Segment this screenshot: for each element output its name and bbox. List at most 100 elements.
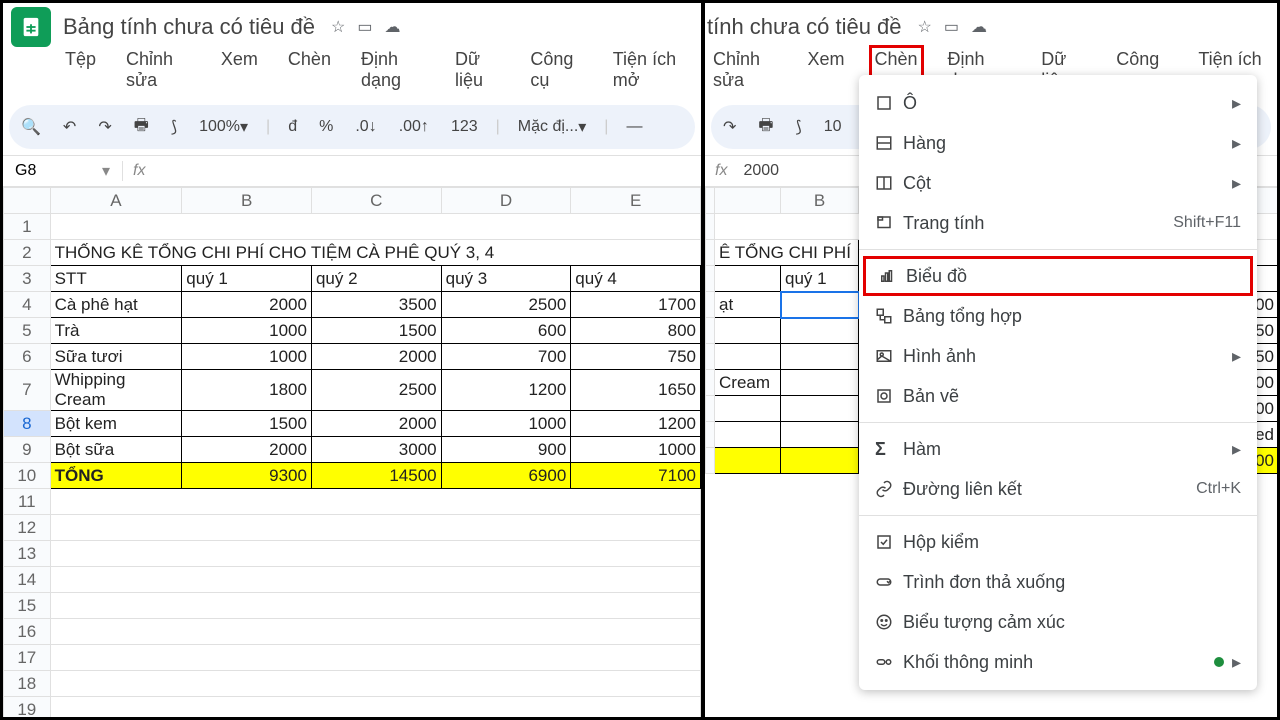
menu-item-check[interactable]: Hộp kiểm bbox=[859, 522, 1257, 562]
square-icon bbox=[875, 94, 903, 112]
star-icon[interactable]: ☆ bbox=[331, 17, 345, 37]
menu-chen[interactable]: Chèn bbox=[282, 45, 337, 95]
zoom-dropdown[interactable]: 100% ▾ bbox=[195, 113, 252, 141]
table-title: THỐNG KÊ TỔNG CHI PHÍ CHO TIỆM CÀ PHÊ QU… bbox=[50, 240, 700, 266]
print-icon[interactable]: 🖶 bbox=[754, 110, 777, 145]
menu-tienich[interactable]: Tiện ích mở bbox=[607, 45, 693, 95]
menu-item-label: Bản vẽ bbox=[903, 386, 1241, 407]
menu-item-label: Trình đơn thả xuống bbox=[903, 572, 1241, 593]
format-123-button[interactable]: 123 bbox=[447, 114, 482, 140]
zoom-dropdown[interactable]: 10 bbox=[820, 114, 846, 140]
sigma-icon: Σ bbox=[875, 439, 903, 460]
menu-item-label: Cột bbox=[903, 173, 1232, 194]
paint-format-icon[interactable]: ⟆ bbox=[792, 113, 806, 141]
insert-menu: Ô▸Hàng▸Cột▸Trang tínhShift+F11Biểu đồBản… bbox=[859, 75, 1257, 690]
menu-chinhsua[interactable]: Chỉnh sửa bbox=[707, 45, 783, 95]
toolbar: 🔍 ↶ ↷ 🖶 ⟆ 100% ▾ | đ % .0↓ .00↑ 123 | Mặ… bbox=[9, 105, 695, 149]
fx-icon: fx bbox=[123, 162, 155, 180]
sheets-logo-icon[interactable] bbox=[11, 7, 51, 47]
percent-button[interactable]: % bbox=[315, 114, 337, 140]
chart-icon bbox=[878, 267, 906, 285]
table-row: 4Cà phê hạt2000350025001700 bbox=[4, 292, 701, 318]
name-box[interactable]: G8▾ bbox=[3, 161, 123, 181]
menu-item-drawing[interactable]: Bản vẽ bbox=[859, 376, 1257, 416]
status-dot-icon bbox=[1214, 657, 1224, 667]
menu-item-sigma[interactable]: ΣHàm▸ bbox=[859, 429, 1257, 469]
rows-icon bbox=[875, 134, 903, 152]
menu-item-label: Ô bbox=[903, 93, 1232, 114]
sheet-icon bbox=[875, 214, 903, 232]
dec-decrease-icon[interactable]: .0↓ bbox=[351, 114, 380, 140]
menu-item-rows[interactable]: Hàng▸ bbox=[859, 123, 1257, 163]
cloud-icon[interactable]: ☁ bbox=[971, 17, 987, 37]
menu-dulieu[interactable]: Dữ liệu bbox=[449, 45, 506, 95]
cloud-icon[interactable]: ☁ bbox=[384, 17, 400, 37]
menu-dinhdang[interactable]: Định dạng bbox=[355, 45, 431, 95]
menu-item-link[interactable]: Đường liên kếtCtrl+K bbox=[859, 469, 1257, 509]
menu-item-pivot[interactable]: Bảng tổng hợp bbox=[859, 296, 1257, 336]
doc-title[interactable]: Bảng tính chưa có tiêu đề bbox=[63, 14, 315, 40]
undo-icon[interactable]: ↶ bbox=[59, 113, 80, 141]
menu-chinhsua[interactable]: Chỉnh sửa bbox=[120, 45, 197, 95]
redo-icon[interactable]: ↷ bbox=[719, 113, 740, 141]
table-row: 7Whipping Cream1800250012001650 bbox=[4, 370, 701, 411]
menu-item-emoji[interactable]: Biểu tượng cảm xúc bbox=[859, 602, 1257, 642]
spreadsheet-grid[interactable]: ABCDE12THỐNG KÊ TỔNG CHI PHÍ CHO TIỆM CÀ… bbox=[3, 187, 701, 717]
menubar: Tệp Chỉnh sửa Xem Chèn Định dạng Dữ liệu… bbox=[3, 43, 701, 99]
font-dropdown[interactable]: Mặc đị... ▾ bbox=[514, 113, 591, 141]
fx-icon: fx bbox=[705, 162, 737, 180]
print-icon[interactable]: 🖶 bbox=[130, 110, 153, 145]
menu-item-label: Hình ảnh bbox=[903, 346, 1232, 367]
redo-icon[interactable]: ↷ bbox=[94, 113, 115, 141]
menu-item-label: Đường liên kết bbox=[903, 479, 1196, 500]
menu-separator bbox=[859, 249, 1257, 250]
move-icon[interactable]: ▭ bbox=[944, 17, 959, 37]
menu-item-label: Bảng tổng hợp bbox=[903, 306, 1241, 327]
menu-separator bbox=[859, 515, 1257, 516]
menu-item-label: Hàng bbox=[903, 133, 1232, 154]
menu-item-square[interactable]: Ô▸ bbox=[859, 83, 1257, 123]
link-icon bbox=[875, 480, 903, 498]
menu-tep[interactable]: Tệp bbox=[59, 45, 102, 95]
move-icon[interactable]: ▭ bbox=[357, 17, 372, 37]
menu-item-dropdown[interactable]: Trình đơn thả xuống bbox=[859, 562, 1257, 602]
chevron-right-icon: ▸ bbox=[1232, 133, 1241, 154]
menu-item-label: Biểu tượng cảm xúc bbox=[903, 612, 1241, 633]
menu-item-cols[interactable]: Cột▸ bbox=[859, 163, 1257, 203]
pivot-icon bbox=[875, 307, 903, 325]
chevron-right-icon: ▸ bbox=[1232, 173, 1241, 194]
table-row: 9Bột sữa200030009001000 bbox=[4, 437, 701, 463]
formula-bar: G8▾ fx bbox=[3, 155, 701, 187]
chevron-right-icon: ▸ bbox=[1232, 93, 1241, 114]
table-row: 8Bột kem1500200010001200 bbox=[4, 411, 701, 437]
shortcut-label: Ctrl+K bbox=[1196, 480, 1241, 498]
menu-item-label: Biểu đồ bbox=[906, 266, 1238, 287]
paint-format-icon[interactable]: ⟆ bbox=[167, 113, 181, 141]
shortcut-label: Shift+F11 bbox=[1173, 214, 1241, 232]
minus-icon[interactable]: — bbox=[622, 114, 646, 140]
cols-icon bbox=[875, 174, 903, 192]
menu-item-chart[interactable]: Biểu đồ bbox=[863, 256, 1253, 296]
doc-title-right[interactable]: tính chưa có tiêu đề bbox=[707, 14, 902, 40]
check-icon bbox=[875, 533, 903, 551]
chevron-right-icon: ▸ bbox=[1232, 439, 1241, 460]
titlebar: Bảng tính chưa có tiêu đề ☆ ▭ ☁ bbox=[3, 3, 701, 43]
menu-congcu[interactable]: Công cụ bbox=[524, 45, 588, 95]
chevron-right-icon: ▸ bbox=[1232, 346, 1241, 367]
currency-button[interactable]: đ bbox=[284, 114, 301, 140]
menu-item-sheet[interactable]: Trang tínhShift+F11 bbox=[859, 203, 1257, 243]
drawing-icon bbox=[875, 387, 903, 405]
dec-increase-icon[interactable]: .00↑ bbox=[395, 114, 433, 140]
star-icon[interactable]: ☆ bbox=[918, 17, 932, 37]
menu-item-image[interactable]: Hình ảnh▸ bbox=[859, 336, 1257, 376]
search-icon[interactable]: 🔍 bbox=[17, 113, 45, 141]
emoji-icon bbox=[875, 613, 903, 631]
left-pane: Bảng tính chưa có tiêu đề ☆ ▭ ☁ Tệp Chỉn… bbox=[3, 3, 701, 717]
menu-xem[interactable]: Xem bbox=[801, 45, 850, 95]
menu-item-smart[interactable]: Khối thông minh▸ bbox=[859, 642, 1257, 682]
right-pane: tính chưa có tiêu đề ☆ ▭ ☁ Chỉnh sửa Xem… bbox=[705, 3, 1277, 717]
chevron-right-icon: ▸ bbox=[1232, 652, 1241, 673]
table-row: 6Sữa tươi10002000700750 bbox=[4, 344, 701, 370]
menu-xem[interactable]: Xem bbox=[215, 45, 264, 95]
image-icon bbox=[875, 347, 903, 365]
